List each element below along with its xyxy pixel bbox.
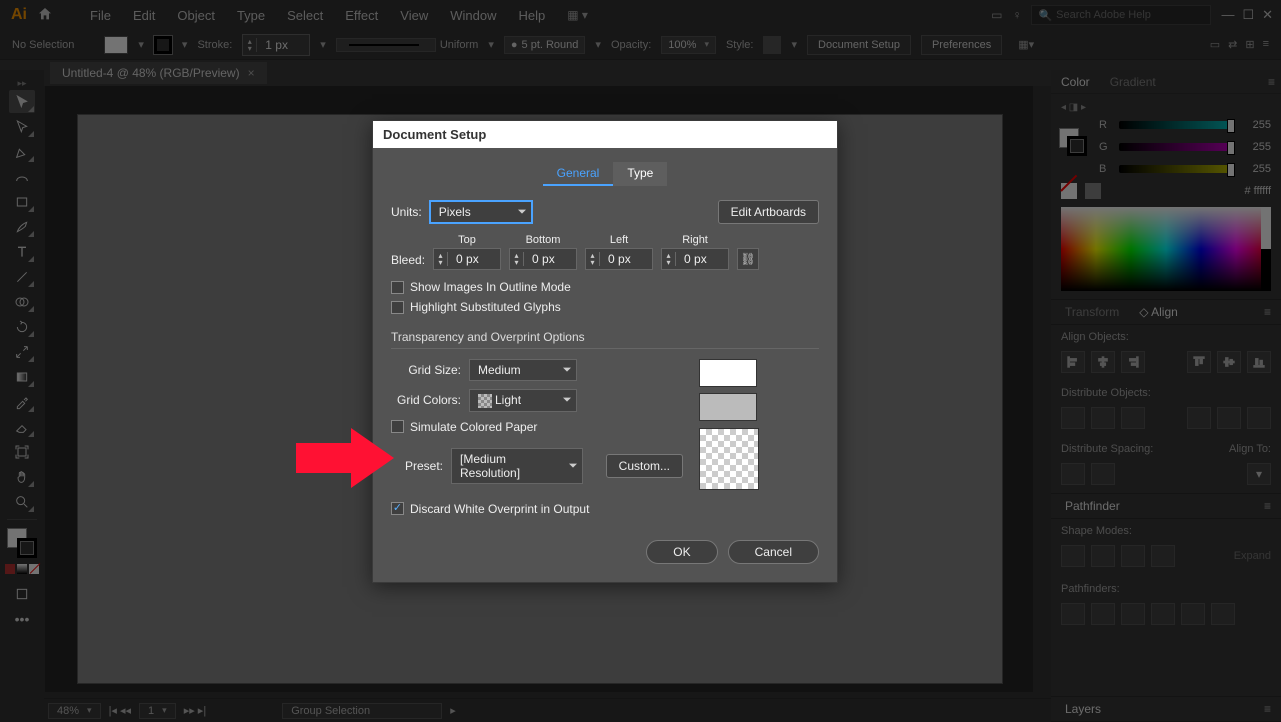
document-setup-dialog: Document Setup General Type Units: Pixel… [372,120,838,583]
transparency-preview [699,359,819,492]
highlight-glyphs-checkbox[interactable] [391,301,404,314]
edit-artboards-button[interactable]: Edit Artboards [718,200,819,224]
preset-select[interactable]: [Medium Resolution] [451,448,583,484]
ok-button[interactable]: OK [646,540,717,564]
dialog-tab-general[interactable]: General [543,162,614,186]
units-label: Units: [391,205,422,219]
transparency-section-header: Transparency and Overprint Options [391,330,819,349]
units-select[interactable]: Pixels [430,201,532,223]
bleed-label: Bleed: [391,253,425,267]
bleed-left-input[interactable]: ▴▾0 px [585,248,653,270]
dialog-tab-type[interactable]: Type [613,162,667,186]
discard-white-overprint-checkbox[interactable] [391,502,404,515]
grid-colors-select[interactable]: Light [469,389,577,412]
bleed-top-input[interactable]: ▴▾0 px [433,248,501,270]
preview-grid-swatch [699,428,759,490]
bleed-bottom-input[interactable]: ▴▾0 px [509,248,577,270]
bleed-link-icon[interactable]: ⛓ [737,248,759,270]
show-images-outline-checkbox[interactable] [391,281,404,294]
grid-colors-label: Grid Colors: [391,393,461,407]
grid-size-label: Grid Size: [391,363,461,377]
cancel-button[interactable]: Cancel [728,540,819,564]
preview-grey-swatch[interactable] [699,393,757,421]
bleed-right-input[interactable]: ▴▾0 px [661,248,729,270]
grid-size-select[interactable]: Medium [469,359,577,381]
custom-button[interactable]: Custom... [606,454,683,478]
dialog-title: Document Setup [373,121,837,148]
preview-white-swatch[interactable] [699,359,757,387]
preset-label: Preset: [391,459,443,473]
annotation-arrow [296,418,396,498]
